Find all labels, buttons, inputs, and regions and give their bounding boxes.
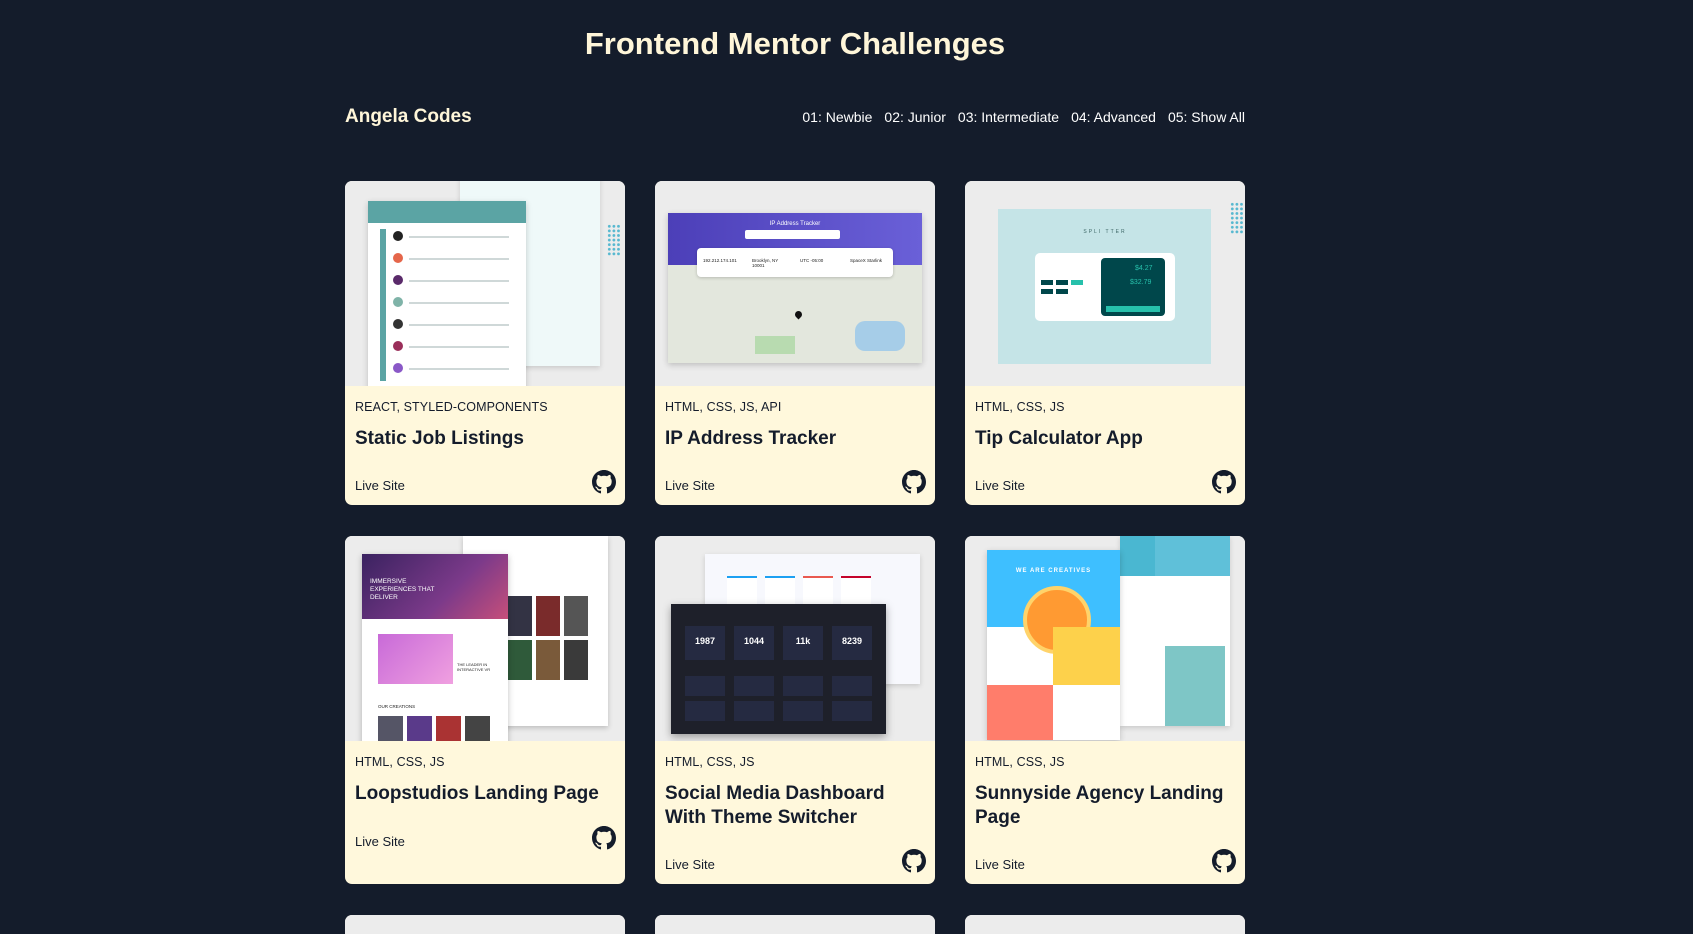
preview-hero: IMMERSIVE EXPERIENCES THAT DELIVER [370, 578, 435, 601]
project-title: Static Job Listings [355, 428, 524, 449]
preview-isp: SpaceX Starlink [850, 258, 883, 263]
project-thumbnail[interactable]: IMMERSIVE EXPERIENCES THAT DELIVER THE L… [345, 536, 625, 741]
tech-stack: HTML, CSS, JS [975, 755, 1065, 769]
project-thumbnail[interactable]: 1987 1044 11k 8239 [655, 536, 935, 741]
preview-heading: IP Address Tracker [769, 221, 821, 227]
project-card [655, 915, 935, 934]
nav-junior[interactable]: 02: Junior [884, 109, 945, 125]
tech-stack: HTML, CSS, JS [665, 755, 755, 769]
project-title: Tip Calculator App [975, 428, 1143, 449]
live-site-link[interactable]: Live Site [665, 478, 715, 493]
project-thumbnail[interactable] [655, 915, 935, 934]
live-site-link[interactable]: Live Site [355, 478, 405, 493]
card-body: REACT, STYLED-COMPONENTS Static Job List… [345, 400, 625, 451]
live-site-link[interactable]: Live Site [355, 834, 405, 849]
project-card: IMMERSIVE EXPERIENCES THAT DELIVER THE L… [345, 536, 625, 884]
tech-stack: REACT, STYLED-COMPONENTS [355, 400, 548, 414]
brand-name: Angela Codes [345, 106, 472, 127]
project-thumbnail[interactable] [345, 915, 625, 934]
github-icon[interactable] [592, 826, 616, 850]
project-thumbnail[interactable]: WE ARE CREATIVES [965, 536, 1245, 741]
level-filter-nav: 01: Newbie 02: Junior 03: Intermediate 0… [802, 109, 1245, 125]
preview-logo: SPLI TTER [1083, 229, 1127, 235]
project-title: Social Media Dashboard With Theme Switch… [665, 783, 885, 828]
live-site-link[interactable]: Live Site [665, 857, 715, 872]
project-title: IP Address Tracker [665, 428, 837, 449]
tech-stack: HTML, CSS, JS, API [665, 400, 782, 414]
card-body: HTML, CSS, JS Social Media Dashboard Wit… [655, 755, 935, 830]
preview-leader: THE LEADER IN INTERACTIVE VR [457, 662, 491, 672]
card-body: HTML, CSS, JS Tip Calculator App [965, 400, 1245, 451]
project-thumbnail[interactable] [345, 181, 625, 386]
preview-timezone: UTC -05:00 [800, 258, 824, 263]
live-site-link[interactable]: Live Site [975, 478, 1025, 493]
github-icon[interactable] [1212, 470, 1236, 494]
preview-tip: $4.27 [1135, 265, 1153, 272]
preview-location: Brooklyn, NY 10001 [752, 258, 779, 268]
stat-value: 1987 [694, 636, 716, 646]
project-thumbnail[interactable]: SPLI TTER $4.27 $32.79 [965, 181, 1245, 386]
tech-stack: HTML, CSS, JS [355, 755, 445, 769]
tech-stack: HTML, CSS, JS [975, 400, 1065, 414]
project-card: WE ARE CREATIVES HTML, CSS, JS Sunnyside… [965, 536, 1245, 884]
card-body: HTML, CSS, JS Sunnyside Agency Landing P… [965, 755, 1245, 830]
github-icon[interactable] [902, 470, 926, 494]
project-card: IP Address Tracker 192.212.174.101 Brook… [655, 181, 935, 505]
project-thumbnail[interactable] [965, 915, 1245, 934]
nav-advanced[interactable]: 04: Advanced [1071, 109, 1156, 125]
card-body: HTML, CSS, JS, API IP Address Tracker [655, 400, 935, 451]
nav-newbie[interactable]: 01: Newbie [802, 109, 872, 125]
preview-ip: 192.212.174.101 [703, 258, 737, 263]
project-card: SPLI TTER $4.27 $32.79 HTML, CSS, JS Tip… [965, 181, 1245, 505]
github-icon[interactable] [902, 849, 926, 873]
github-icon[interactable] [592, 470, 616, 494]
live-site-link[interactable]: Live Site [975, 857, 1025, 872]
card-body: HTML, CSS, JS Loopstudios Landing Page [345, 755, 625, 806]
project-thumbnail[interactable]: IP Address Tracker 192.212.174.101 Brook… [655, 181, 935, 386]
project-card: REACT, STYLED-COMPONENTS Static Job List… [345, 181, 625, 505]
project-card [345, 915, 625, 934]
github-icon[interactable] [1212, 849, 1236, 873]
project-card: 1987 1044 11k 8239 HTML, CSS, JS Social … [655, 536, 935, 884]
page-title: Frontend Mentor Challenges [584, 26, 1006, 61]
stat-value: 11k [795, 636, 811, 646]
stat-value: 8239 [841, 636, 863, 646]
project-title: Loopstudios Landing Page [355, 783, 599, 804]
project-title: Sunnyside Agency Landing Page [975, 783, 1224, 828]
preview-creations: OUR CREATIONS [378, 704, 416, 709]
nav-show-all[interactable]: 05: Show All [1168, 109, 1245, 125]
preview-total: $32.79 [1130, 279, 1152, 286]
project-card [965, 915, 1245, 934]
nav-intermediate[interactable]: 03: Intermediate [958, 109, 1059, 125]
preview-hero: WE ARE CREATIVES [1015, 568, 1092, 574]
stat-value: 1044 [743, 636, 765, 646]
